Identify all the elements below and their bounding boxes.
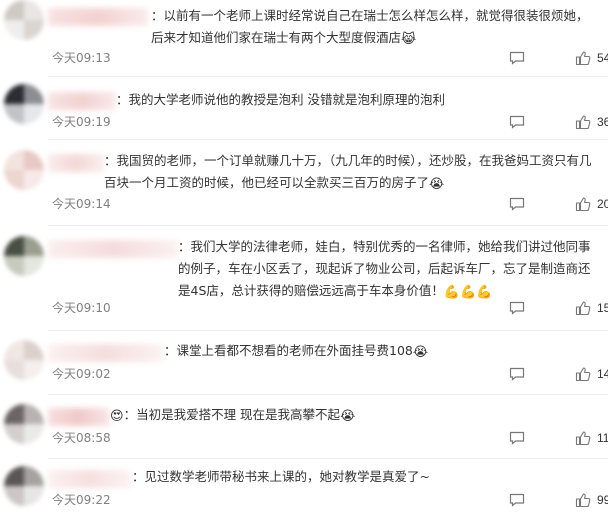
comment-text: ：我们大学的法律老师，娃白，特别优秀的一名律师，她给我们讲过他同事的例子，车在小… bbox=[178, 239, 591, 300]
timestamp: 今天09:19 bbox=[52, 115, 111, 129]
timestamp: 今天09:22 bbox=[52, 493, 111, 507]
crying-emoji: 😭 bbox=[340, 409, 356, 424]
comment-text: 😍：当初是我爱搭不理 现在是我高攀不起😭 bbox=[110, 407, 356, 424]
divider bbox=[48, 76, 608, 77]
thumbs-up-icon bbox=[575, 115, 591, 130]
like-button[interactable]: 368 bbox=[575, 112, 608, 132]
thumbs-up-icon bbox=[575, 431, 591, 446]
like-button[interactable]: 204 bbox=[575, 194, 608, 214]
comment-text: ：我的大学老师说他的教授是泡利 没错就是泡利原理的泡利 bbox=[116, 92, 445, 107]
comment-meta: 今天09:02 146 bbox=[52, 364, 608, 384]
comment-text: ：课堂上看都不想看的老师在外面挂号费108😭 bbox=[164, 343, 429, 360]
timestamp: 今天08:58 bbox=[52, 431, 111, 445]
reply-icon[interactable] bbox=[509, 366, 525, 381]
avatar[interactable] bbox=[4, 150, 44, 190]
heart-eyes-badge-icon: 😍 bbox=[110, 409, 124, 424]
thumbs-up-icon bbox=[575, 493, 591, 508]
like-count: 540 bbox=[597, 51, 608, 65]
like-count: 368 bbox=[597, 115, 608, 129]
crying-emoji: 😭 bbox=[429, 177, 445, 192]
like-count: 146 bbox=[597, 367, 608, 381]
reply-icon[interactable] bbox=[509, 114, 525, 129]
comment-meta: 今天08:58 115 bbox=[52, 428, 608, 448]
comment-meta: 今天09:19 368 bbox=[52, 112, 608, 132]
timestamp: 今天09:10 bbox=[52, 301, 111, 315]
avatar[interactable] bbox=[4, 340, 44, 380]
comment-meta: 今天09:13 540 bbox=[52, 48, 608, 68]
divider bbox=[48, 394, 608, 395]
reply-icon[interactable] bbox=[509, 430, 525, 445]
reply-icon[interactable] bbox=[509, 50, 525, 65]
like-count: 204 bbox=[597, 197, 608, 211]
thumbs-up-icon bbox=[575, 197, 591, 212]
divider bbox=[48, 458, 608, 459]
avatar[interactable] bbox=[4, 466, 44, 506]
comment-text: ：我国贸的老师，一个订单就赚几十万，（九几年的时候），还炒股，在我爸妈工资只有几… bbox=[104, 153, 592, 192]
comment-meta: 今天09:10 154 bbox=[52, 298, 608, 318]
avatar[interactable] bbox=[4, 0, 44, 40]
comment-meta: 今天09:14 204 bbox=[52, 194, 608, 214]
thumbs-up-icon bbox=[575, 301, 591, 316]
like-count: 154 bbox=[597, 301, 608, 315]
like-button[interactable]: 540 bbox=[575, 48, 608, 68]
timestamp: 今天09:02 bbox=[52, 367, 111, 381]
divider bbox=[48, 225, 608, 226]
thumbs-up-icon bbox=[575, 51, 591, 66]
like-button[interactable]: 154 bbox=[575, 298, 608, 318]
reply-icon[interactable] bbox=[509, 300, 525, 315]
like-button[interactable]: 146 bbox=[575, 364, 608, 384]
like-count: 115 bbox=[597, 431, 608, 445]
comment-text: ：以前有一个老师上课时经常说自己在瑞士怎么样怎么样，就觉得很装很烦她，后来才知道… bbox=[151, 8, 589, 47]
crying-emoji: 😭 bbox=[412, 345, 429, 360]
timestamp: 今天09:13 bbox=[52, 51, 111, 65]
reply-icon[interactable] bbox=[509, 196, 525, 211]
divider bbox=[48, 139, 608, 140]
like-button[interactable]: 115 bbox=[575, 428, 608, 448]
thumbs-up-icon bbox=[575, 367, 591, 382]
like-count: 99 bbox=[597, 493, 608, 507]
comment-meta: 今天09:22 99 bbox=[52, 490, 608, 510]
timestamp: 今天09:14 bbox=[52, 197, 111, 211]
avatar[interactable] bbox=[4, 404, 44, 444]
avatar[interactable] bbox=[4, 84, 44, 124]
avatar[interactable] bbox=[4, 236, 44, 276]
laughing-cat-emoji: 😹 bbox=[401, 32, 417, 47]
like-button[interactable]: 99 bbox=[575, 490, 608, 510]
reply-icon[interactable] bbox=[509, 492, 525, 507]
divider bbox=[48, 330, 608, 331]
comment-text: ：见过数学老师带秘书来上课的，她对教学是真爱了~ bbox=[132, 469, 430, 484]
